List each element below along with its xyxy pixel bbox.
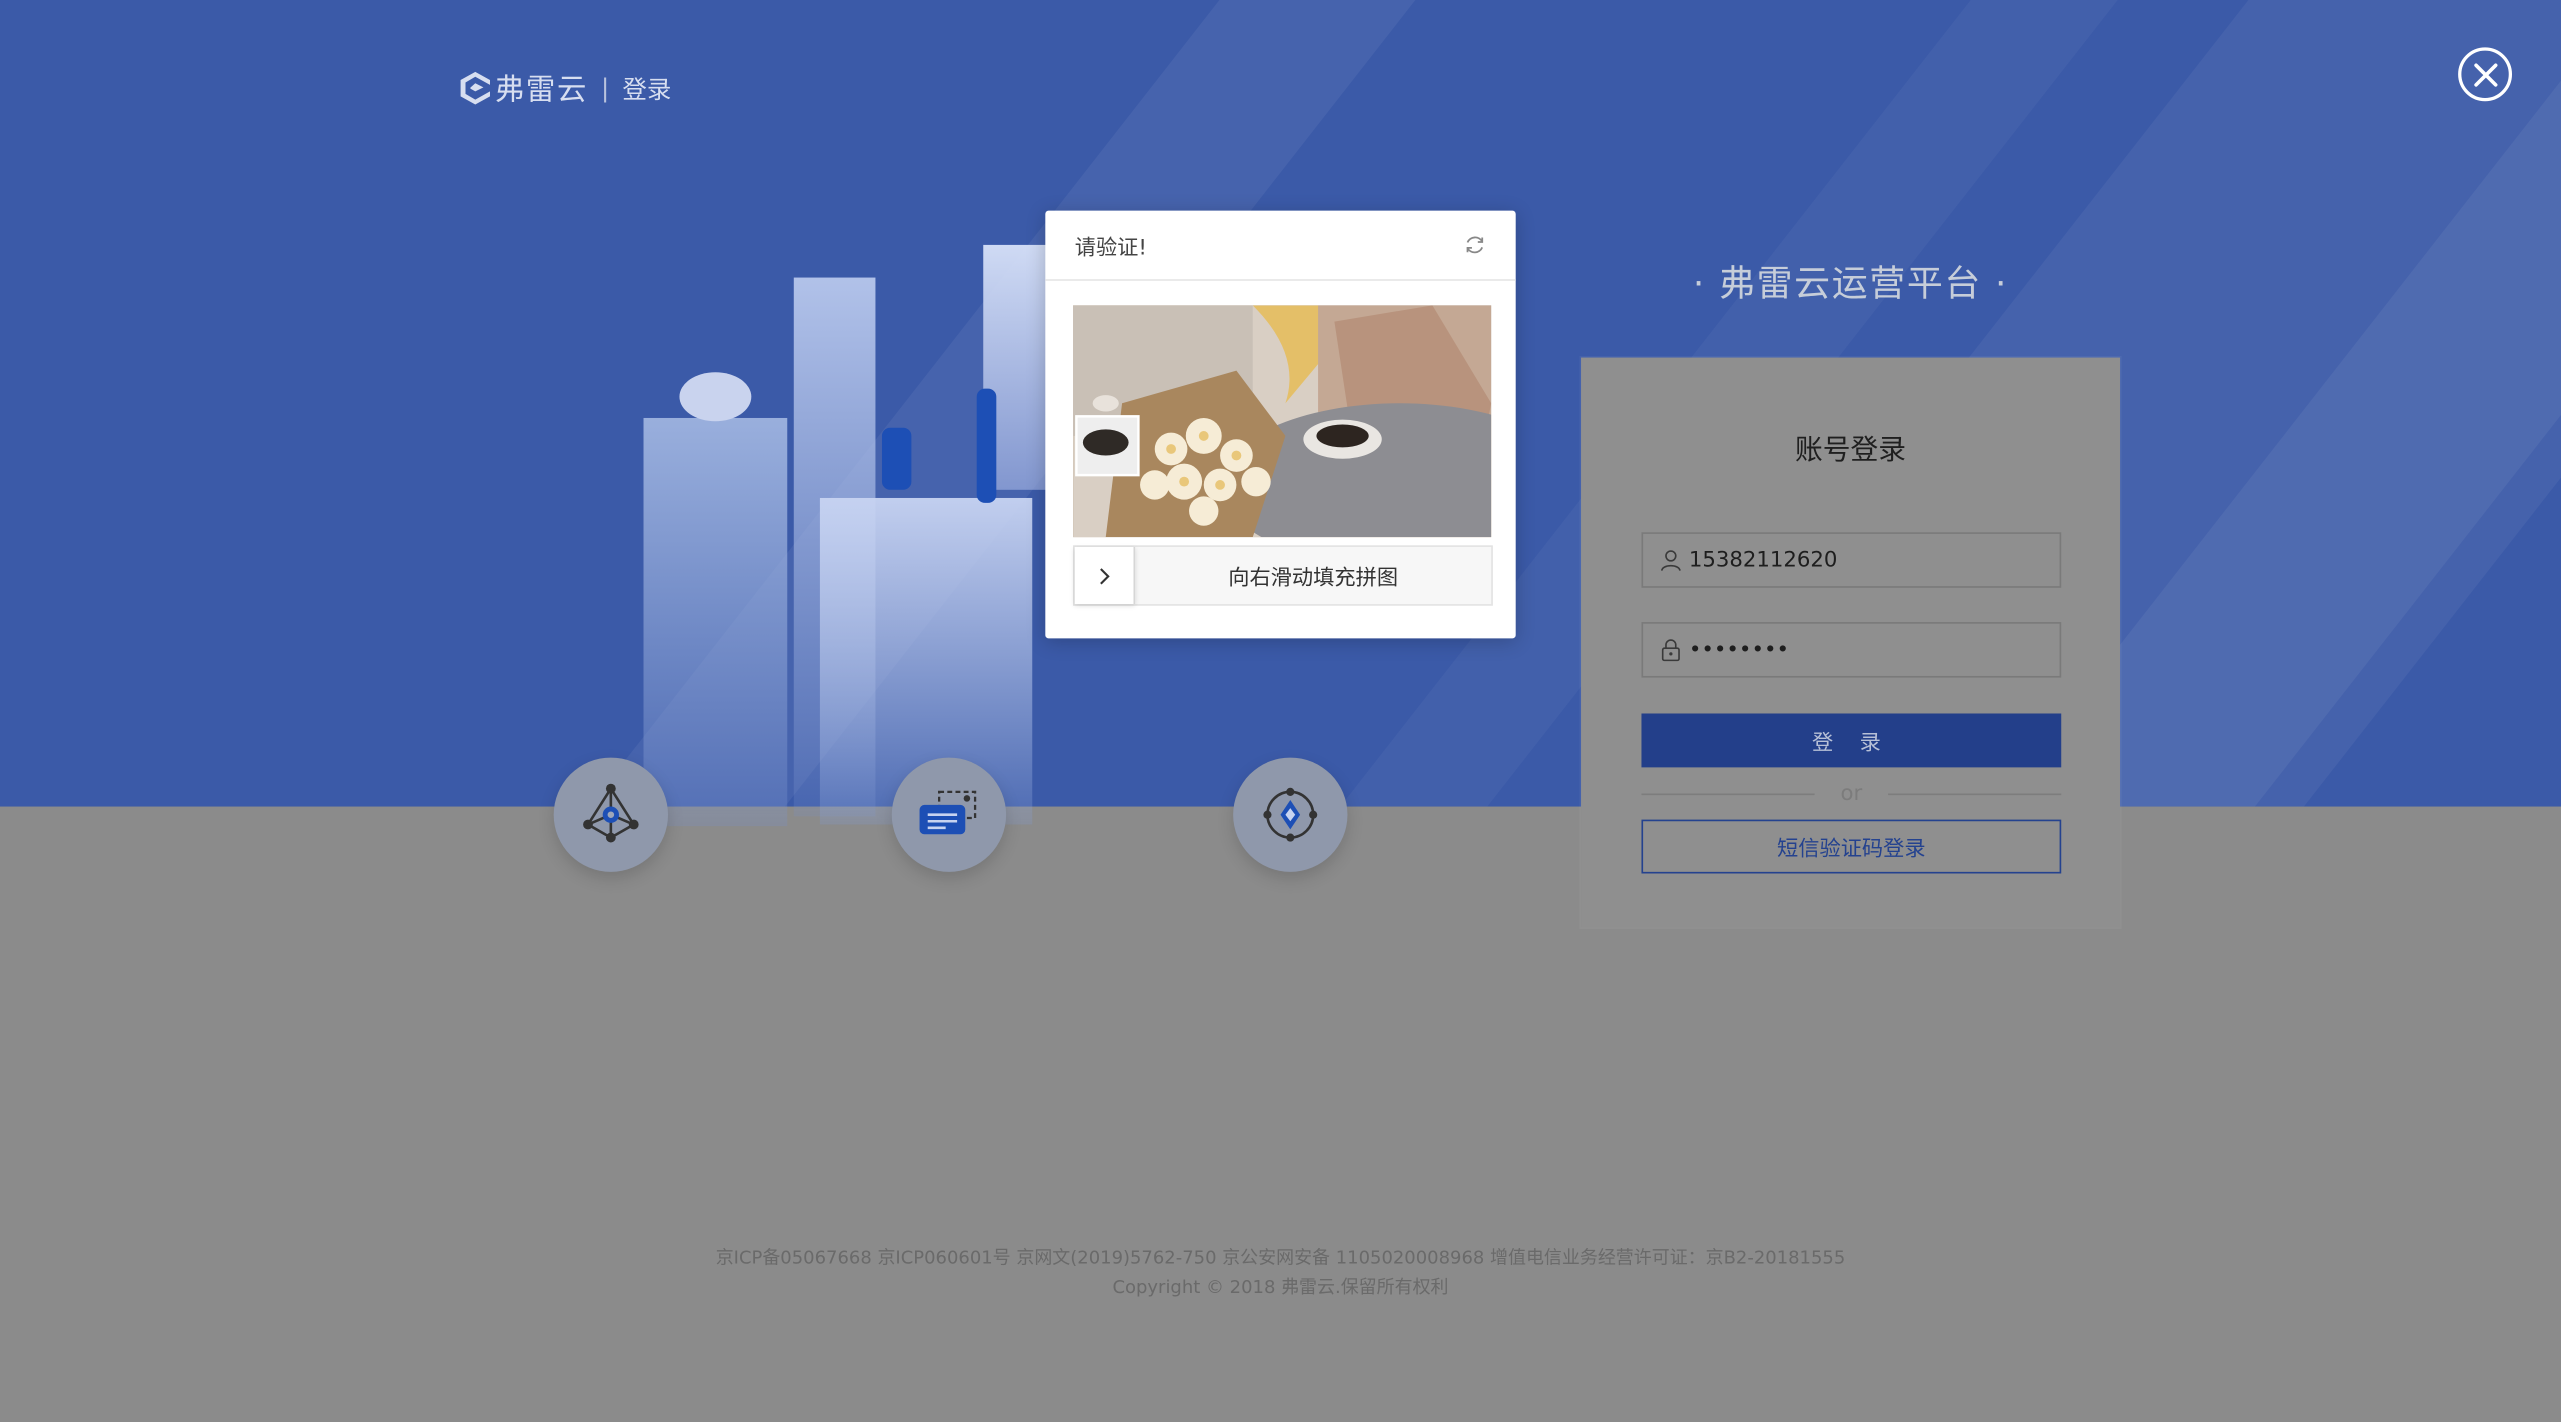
footer: 京ICP备05067668 京ICP060601号 京网文(2019)5762-… bbox=[0, 1244, 2561, 1303]
header-separator: | bbox=[601, 73, 610, 103]
login-page: 弗雷云 | 登录 · 弗雷云运营平台 · 账号登录 15382112620 ••… bbox=[0, 0, 2561, 1422]
login-button[interactable]: 登 录 bbox=[1641, 713, 2062, 768]
lock-icon bbox=[1661, 639, 1680, 662]
feature-card bbox=[891, 757, 1007, 872]
platform-title: · 弗雷云运营平台 · bbox=[1692, 264, 2009, 306]
site-logo[interactable]: 弗雷云 | 登录 bbox=[459, 67, 671, 109]
feature-target bbox=[1233, 757, 1348, 872]
captcha-slider[interactable]: 向右滑动填充拼图 bbox=[1073, 545, 1493, 606]
diamond-target-icon bbox=[1263, 787, 1318, 842]
feature-network bbox=[553, 757, 669, 872]
refresh-icon[interactable] bbox=[1463, 233, 1486, 256]
brand-logo-icon bbox=[460, 71, 490, 105]
captcha-puzzle-image bbox=[1073, 305, 1492, 538]
footer-copyright: Copyright © 2018 弗雷云.保留所有权利 bbox=[1112, 1276, 1449, 1298]
password-value: •••••••• bbox=[1688, 637, 1790, 663]
slider-handle[interactable] bbox=[1074, 546, 1136, 605]
captcha-header: 请验证! bbox=[1045, 211, 1516, 281]
chevron-right-icon bbox=[1100, 567, 1110, 584]
captcha-dialog: 请验证! 向右滑动填充拼图 bbox=[1045, 210, 1516, 639]
captcha-title: 请验证! bbox=[1074, 235, 1147, 261]
close-button[interactable] bbox=[2458, 47, 2513, 102]
close-icon bbox=[2473, 62, 2497, 86]
slider-hint: 向右滑动填充拼图 bbox=[1228, 566, 1399, 592]
card-icon bbox=[919, 790, 977, 835]
or-label: or bbox=[1840, 781, 1863, 806]
login-panel: 账号登录 15382112620 •••••••• 登 录 or 短信验证码登录 bbox=[1581, 357, 2121, 928]
network-icon bbox=[583, 783, 639, 843]
or-divider: or bbox=[1641, 780, 2062, 806]
page-title: 登录 bbox=[622, 74, 672, 104]
user-icon bbox=[1661, 550, 1681, 571]
brand-name: 弗雷云 bbox=[494, 73, 588, 108]
footer-license: 京ICP备05067668 京ICP060601号 京网文(2019)5762-… bbox=[715, 1247, 1846, 1269]
login-title: 账号登录 bbox=[1794, 434, 1907, 467]
username-field[interactable]: 15382112620 bbox=[1641, 532, 2062, 588]
username-value: 15382112620 bbox=[1688, 547, 1838, 573]
sms-login-button[interactable]: 短信验证码登录 bbox=[1641, 819, 2062, 874]
password-field[interactable]: •••••••• bbox=[1641, 622, 2062, 678]
